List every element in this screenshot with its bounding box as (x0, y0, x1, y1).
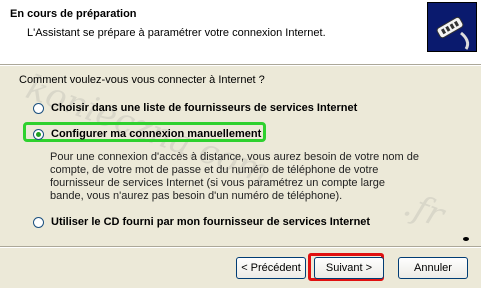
previous-button[interactable]: < Précédent (236, 257, 306, 279)
cancel-button[interactable]: Annuler (398, 257, 468, 279)
next-button[interactable]: Suivant > (314, 257, 384, 279)
radio-button[interactable] (33, 216, 44, 228)
connection-wizard-icon (427, 2, 477, 52)
wizard-header: En cours de préparation L'Assistant se p… (0, 0, 481, 64)
option-description: Pour une connexion d'accès à distance, v… (50, 151, 419, 202)
option-use-isp-cd[interactable]: Utiliser le CD fourni par mon fournisseu… (33, 216, 370, 228)
option-choose-isp-list[interactable]: Choisir dans une liste de fournisseurs d… (33, 102, 357, 114)
scroll-indicator (463, 237, 469, 241)
page-title: En cours de préparation (10, 8, 137, 20)
option-label: Choisir dans une liste de fournisseurs d… (51, 102, 358, 114)
option-configure-manually[interactable]: Configurer ma connexion manuellement (33, 128, 261, 140)
option-label: Configurer ma connexion manuellement (51, 128, 262, 140)
radio-button-selected[interactable] (33, 128, 44, 140)
radio-button[interactable] (33, 102, 44, 114)
page-subtitle: L'Assistant se prépare à paramétrer votr… (27, 27, 326, 39)
option-label: Utiliser le CD fourni par mon fournisseu… (51, 216, 371, 228)
connection-question: Comment voulez-vous vous connecter à Int… (19, 74, 265, 86)
footer-divider (0, 246, 481, 248)
header-divider (0, 64, 481, 66)
